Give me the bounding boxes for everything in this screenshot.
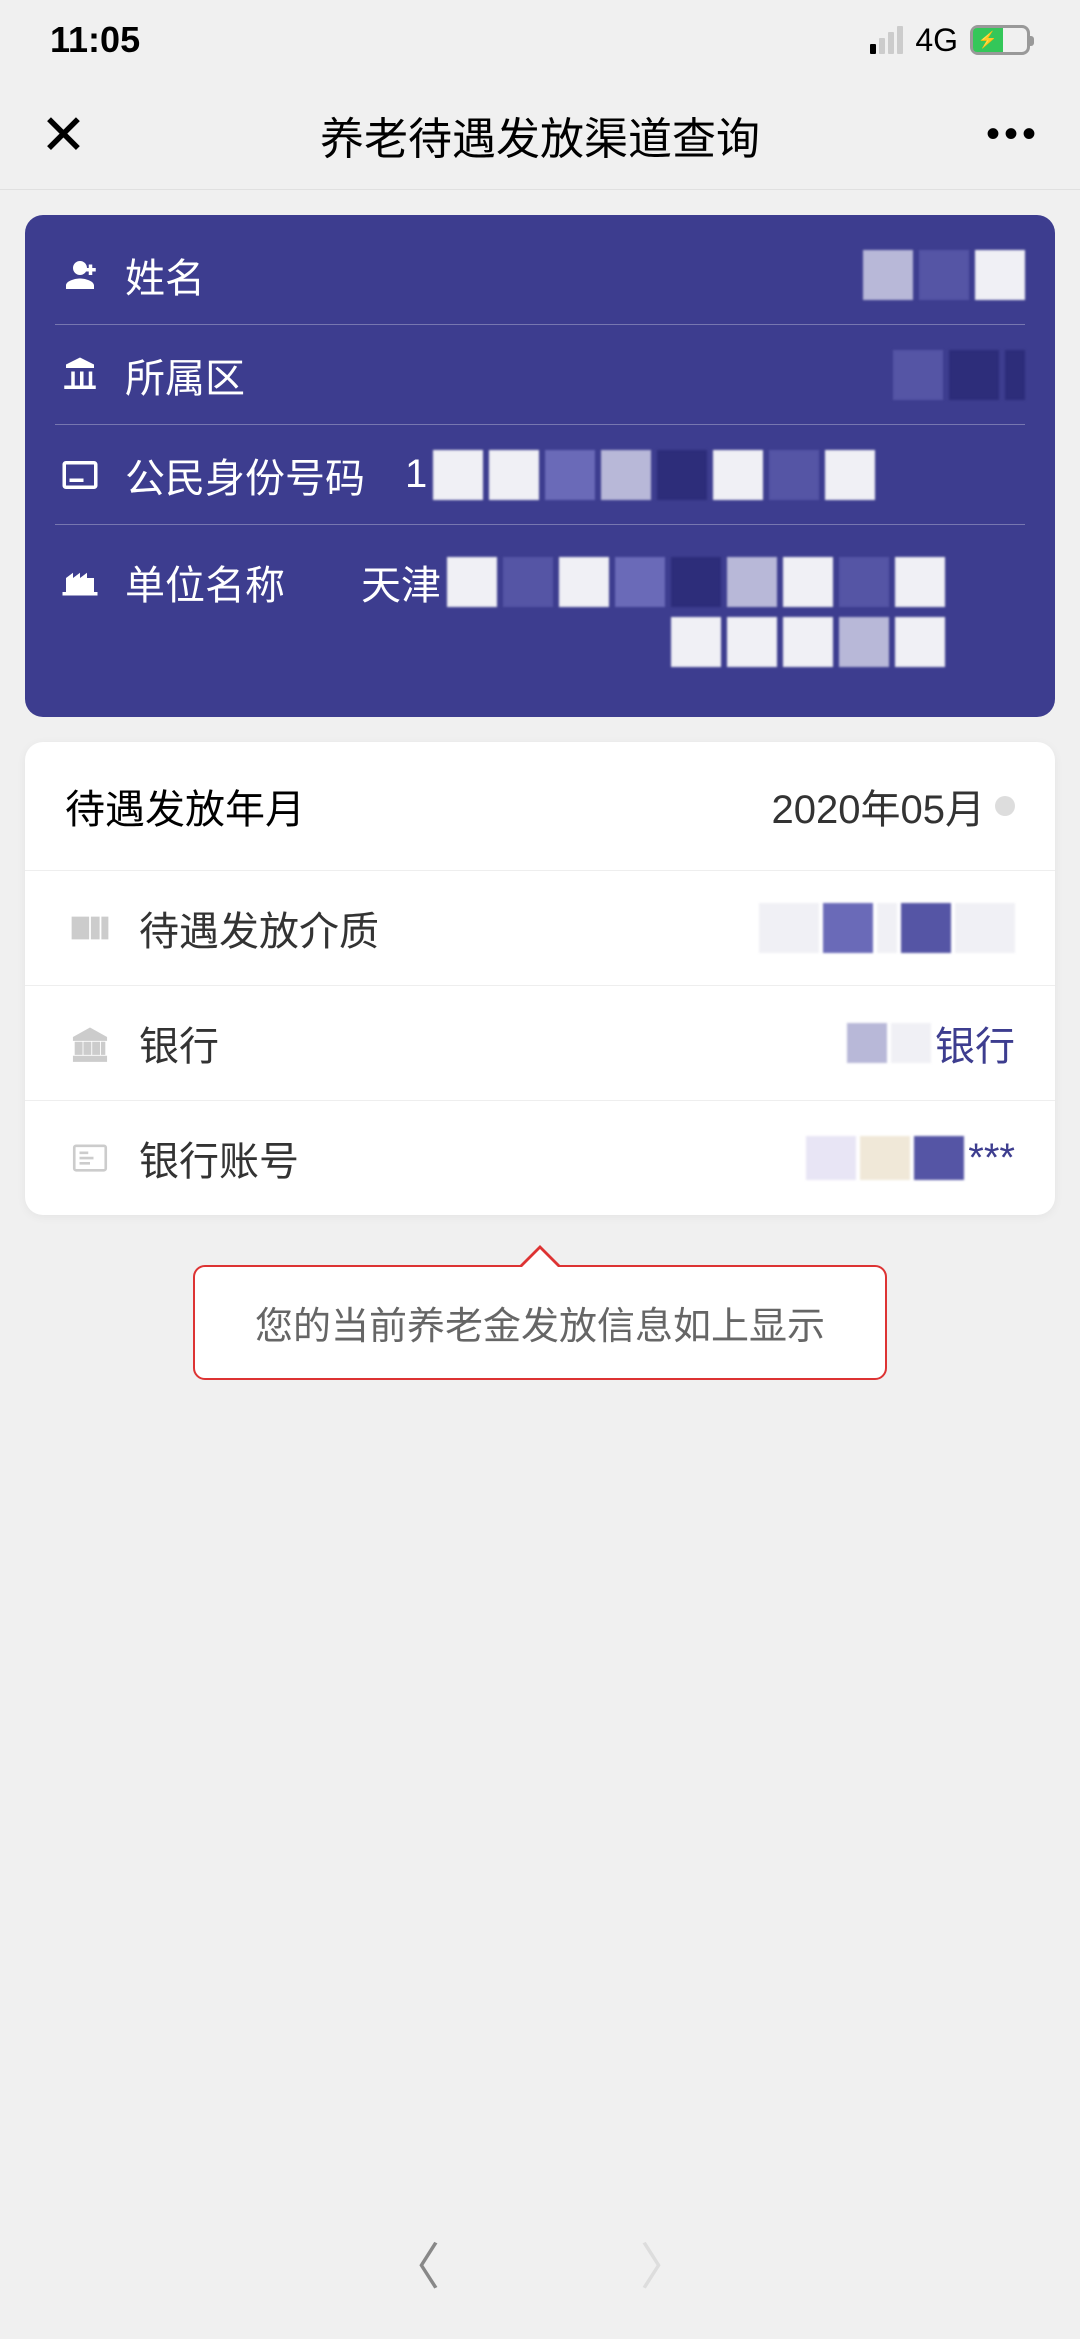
- barcode-icon: [65, 903, 115, 953]
- pagination: 〈 〉: [0, 2227, 1080, 2299]
- period-value: 2020年05月: [772, 777, 985, 835]
- name-value-hidden: [863, 250, 1025, 300]
- period-label: 待遇发放年月: [65, 777, 305, 835]
- district-value-hidden: [893, 350, 1025, 400]
- bank-value: 银行: [847, 1014, 1015, 1072]
- next-page-button[interactable]: 〉: [640, 2227, 690, 2299]
- bank-label: 银行: [139, 1014, 219, 1072]
- row-unit: 单位名称 天津: [55, 525, 1025, 687]
- dropdown-indicator-icon: [995, 796, 1015, 816]
- personal-info-card: 姓名 所属区 公民身份号码 1: [25, 215, 1055, 717]
- close-button[interactable]: ✕: [40, 102, 100, 168]
- row-name: 姓名: [55, 225, 1025, 325]
- medium-label: 待遇发放介质: [139, 899, 379, 957]
- row-id: 公民身份号码 1: [55, 425, 1025, 525]
- page-title: 养老待遇发放渠道查询: [100, 103, 980, 167]
- signal-icon: [870, 26, 903, 54]
- callout-container: 您的当前养老金发放信息如上显示: [25, 1265, 1055, 1380]
- status-bar: 11:05 4G ⚡: [0, 0, 1080, 80]
- status-time: 11:05: [50, 19, 140, 61]
- payment-details-card: 待遇发放年月 2020年05月 待遇发放介质 银行 银行: [25, 742, 1055, 1215]
- id-label: 公民身份号码: [125, 446, 365, 504]
- medium-value-hidden: [759, 903, 1015, 953]
- factory-icon: [55, 553, 105, 603]
- battery-icon: ⚡: [970, 25, 1030, 55]
- info-callout: 您的当前养老金发放信息如上显示: [193, 1265, 887, 1380]
- district-label: 所属区: [125, 346, 245, 404]
- account-suffix: ***: [968, 1136, 1015, 1181]
- account-icon: [65, 1133, 115, 1183]
- account-value: ***: [806, 1136, 1015, 1181]
- bank-icon: [65, 1018, 115, 1068]
- row-district: 所属区: [55, 325, 1025, 425]
- unit-prefix: 天津: [361, 553, 441, 611]
- row-account: 银行账号 ***: [25, 1101, 1055, 1215]
- id-value: 1: [405, 450, 875, 500]
- person-icon: [55, 250, 105, 300]
- id-prefix: 1: [405, 452, 427, 497]
- details-header[interactable]: 待遇发放年月 2020年05月: [25, 742, 1055, 871]
- unit-value: 天津: [325, 553, 945, 667]
- status-indicators: 4G ⚡: [870, 22, 1030, 59]
- bank-suffix: 银行: [935, 1014, 1015, 1072]
- row-bank: 银行 银行: [25, 986, 1055, 1101]
- unit-label: 单位名称: [125, 553, 285, 611]
- nav-bar: ✕ 养老待遇发放渠道查询 •••: [0, 80, 1080, 190]
- name-label: 姓名: [125, 246, 205, 304]
- id-card-icon: [55, 450, 105, 500]
- prev-page-button[interactable]: 〈: [390, 2227, 440, 2299]
- content-area: 姓名 所属区 公民身份号码 1: [0, 190, 1080, 1405]
- building-icon: [55, 350, 105, 400]
- account-label: 银行账号: [139, 1129, 299, 1187]
- network-label: 4G: [915, 22, 958, 59]
- more-button[interactable]: •••: [980, 112, 1040, 157]
- row-medium: 待遇发放介质: [25, 871, 1055, 986]
